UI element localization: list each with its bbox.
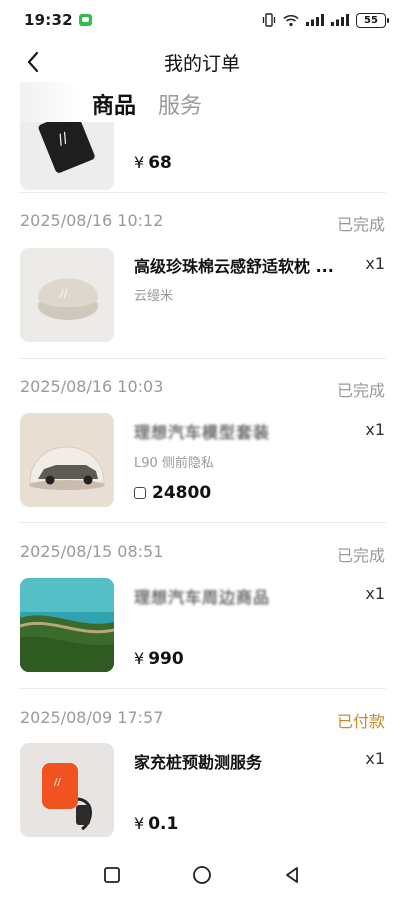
product-variant: L90 侧前隐私 [134,456,214,471]
tab-services[interactable]: 服务 [158,88,202,120]
divider [18,358,386,359]
page-title: 我的订单 [163,52,240,75]
divider [18,192,386,193]
recent-apps-button[interactable] [98,861,126,889]
product-name: 家充桩预勘测服务 [134,753,263,772]
category-tabs: 商品 服务 [92,86,202,122]
order-date: 2025/08/09 17:57 [20,708,164,727]
signal-2-icon [331,14,349,26]
product-price: ¥0.1 [134,814,178,834]
currency-symbol: ¥ [134,153,145,172]
order-status: 已完成 [336,215,385,234]
product-name: 理想汽车周边商品 [134,588,271,607]
price-value: 0.1 [148,814,179,834]
product-thumbnail [20,578,114,672]
back-button[interactable] [20,49,46,75]
triangle-back-icon [286,867,298,883]
price-value: 68 [148,153,172,173]
order-date: 2025/08/16 10:12 [20,211,164,230]
tab-fade [20,82,78,124]
chevron-left-icon [27,51,39,73]
product-quantity: x1 [365,584,385,603]
divider [18,522,386,523]
order-date: 2025/08/15 08:51 [20,542,164,561]
product-price: ¥990 [134,649,184,669]
points-coin-icon [134,487,146,499]
square-icon [104,867,120,883]
status-bar: 19:32 55 [0,0,404,40]
tab-goods[interactable]: 商品 [92,88,136,120]
order-list[interactable]: // ¥68 2025/08/16 10:12 已完成 // 高级珍珠棉云感舒适… [0,122,404,850]
product-quantity: x1 [365,254,385,273]
order-status: 已完成 [336,546,385,565]
price-value: 990 [148,649,184,669]
product-name: 理想汽车模型套装 [134,423,271,442]
divider [18,688,386,689]
currency-symbol: ¥ [134,814,145,833]
order-date: 2025/08/16 10:03 [20,377,164,396]
product-thumbnail: // [20,248,114,342]
product-thumbnail: // [20,743,114,837]
svg-text://: // [54,777,61,788]
order-status: 已完成 [336,381,385,400]
circle-icon [193,866,211,884]
home-button[interactable] [188,861,216,889]
status-icons: 55 [262,12,389,28]
vibrate-icon [262,13,276,27]
header: 我的订单 [0,40,404,84]
order-status: 已付款 [336,712,385,731]
signal-1-icon [306,14,324,26]
currency-symbol: ¥ [134,649,145,668]
battery-indicator: 55 [356,12,389,28]
product-quantity: x1 [365,420,385,439]
product-variant: 云缦米 [134,289,174,304]
system-back-button[interactable] [278,861,306,889]
system-nav-bar [0,850,404,900]
product-quantity: x1 [365,749,385,768]
product-price: ¥68 [134,153,172,173]
wechat-notification-icon [78,14,92,26]
wifi-icon [283,14,299,27]
product-price: 24800 [134,483,211,503]
status-time: 19:32 [24,11,73,29]
price-value: 24800 [152,483,212,503]
product-name: 高级珍珠棉云感舒适软枕 ... [134,257,334,276]
product-thumbnail: // [20,122,114,190]
svg-text://: // [60,287,68,300]
product-thumbnail [20,413,114,507]
